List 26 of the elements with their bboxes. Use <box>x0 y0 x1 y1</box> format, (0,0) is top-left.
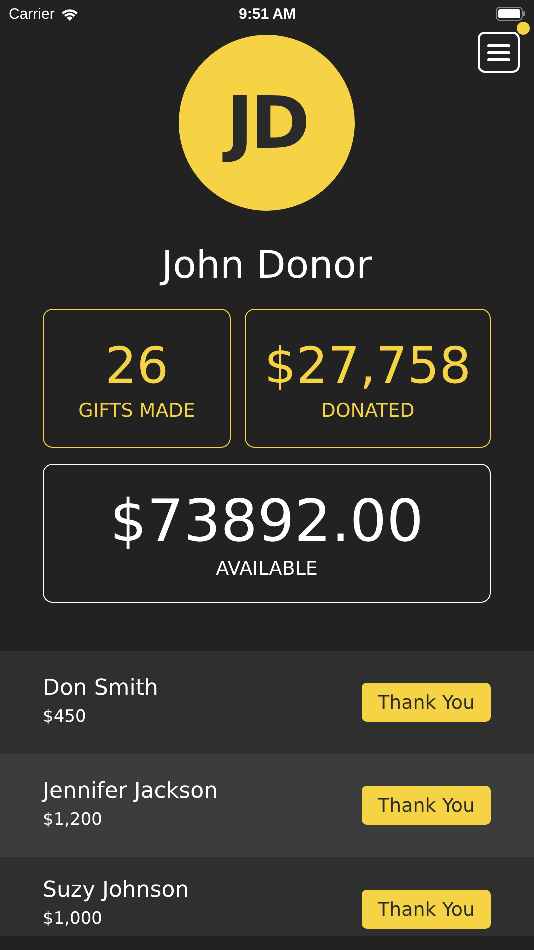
stat-label: GIFTS MADE <box>78 400 196 422</box>
donor-name: John Donor <box>162 242 372 289</box>
thank-you-button[interactable]: Thank You <box>362 786 491 825</box>
donor-name: Jennifer Jackson <box>43 778 218 806</box>
donation-amount: $450 <box>43 706 88 726</box>
donor-row[interactable]: Suzy Johnson $1,000 Thank You <box>0 857 534 936</box>
stat-value: $27,758 <box>264 336 472 396</box>
stat-label: DONATED <box>321 400 415 422</box>
donation-amount: $1,200 <box>43 810 104 830</box>
thank-you-button[interactable]: Thank You <box>362 683 491 722</box>
clock-time: 9:51 AM <box>239 6 296 22</box>
donor-row[interactable]: Don Smith $450 Thank You <box>0 651 534 754</box>
donation-amount: $1,000 <box>43 909 104 929</box>
battery-icon <box>496 7 526 21</box>
carrier-label: Carrier <box>9 6 55 22</box>
thank-you-button[interactable]: Thank You <box>362 890 491 929</box>
stat-value: 26 <box>105 336 169 396</box>
menu-icon <box>487 44 511 62</box>
stat-label: AVAILABLE <box>216 558 318 580</box>
donor-row[interactable]: Jennifer Jackson $1,200 Thank You <box>0 754 534 857</box>
stat-value: $73892.00 <box>110 488 424 554</box>
donor-name: Suzy Johnson <box>43 877 190 905</box>
donor-name: Don Smith <box>43 674 158 702</box>
wifi-icon <box>60 8 79 20</box>
menu-button[interactable] <box>478 32 520 73</box>
avatar: JD <box>179 35 355 211</box>
